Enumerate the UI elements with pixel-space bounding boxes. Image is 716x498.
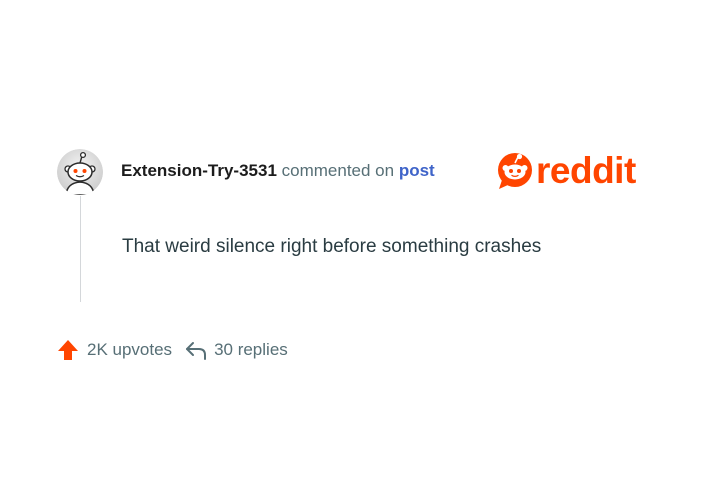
- reply-arrow-icon: [186, 342, 207, 360]
- snoo-icon: [498, 153, 532, 189]
- reddit-logo: reddit: [497, 151, 636, 191]
- comment-header: Extension-Try-3531 commented on post: [121, 160, 435, 182]
- avatar[interactable]: [57, 149, 103, 195]
- snoo-avatar-icon: [57, 149, 103, 195]
- thread-line: [80, 196, 81, 302]
- post-link[interactable]: post: [399, 161, 435, 180]
- username[interactable]: Extension-Try-3531: [121, 161, 277, 180]
- action-text: commented on: [281, 161, 395, 180]
- replies-count: 30 replies: [214, 340, 288, 359]
- comment-footer: 2K upvotes 30 replies: [57, 337, 288, 363]
- upvotes-count: 2K upvotes: [87, 340, 173, 359]
- upvote-arrow-icon[interactable]: [57, 339, 79, 361]
- comment-body: That weird silence right before somethin…: [122, 236, 542, 257]
- reply-button[interactable]: 30 replies: [184, 339, 288, 361]
- logo-text: reddit: [536, 150, 636, 191]
